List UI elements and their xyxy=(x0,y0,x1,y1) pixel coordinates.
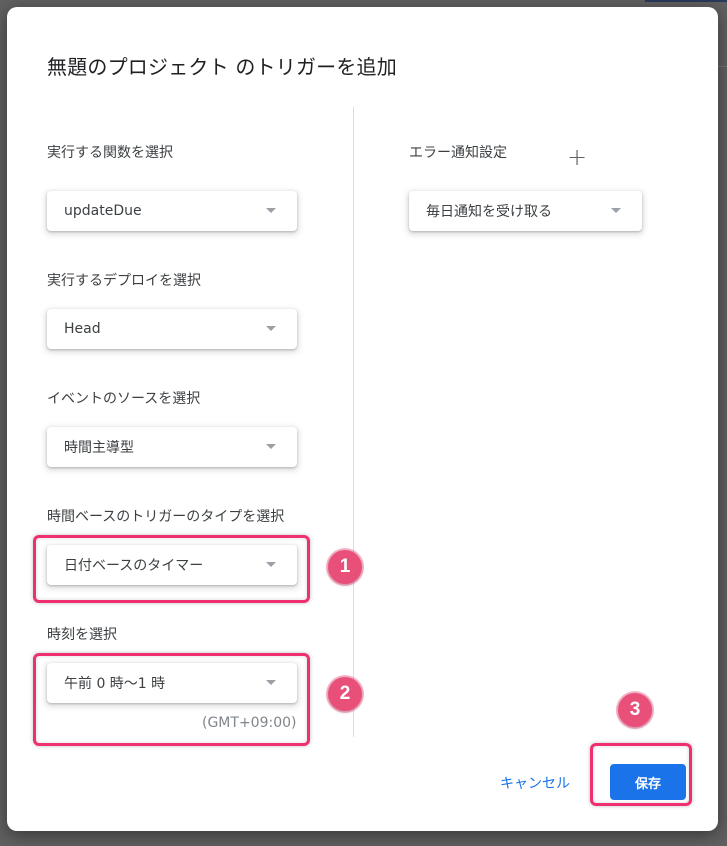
error-notify-select[interactable]: 毎日通知を受け取る xyxy=(409,191,642,231)
dropdown-arrow-icon xyxy=(266,444,276,449)
deployment-label: 実行するデプロイを選択 xyxy=(47,273,201,289)
time-of-day-select[interactable]: 午前 0 時〜1 時 xyxy=(47,663,297,703)
annotation-badge-1: 1 xyxy=(328,550,362,584)
event-source-select-value: 時間主導型 xyxy=(64,440,134,456)
background-accent xyxy=(645,0,727,2)
add-trigger-dialog: 無題のプロジェクト のトリガーを追加 実行する関数を選択 updateDue 実… xyxy=(7,7,718,831)
error-notify-label: エラー通知設定 xyxy=(409,145,507,161)
save-button[interactable]: 保存 xyxy=(610,764,686,800)
dropdown-arrow-icon xyxy=(266,562,276,567)
timezone-label: (GMT+09:00) xyxy=(202,715,297,731)
column-divider xyxy=(353,107,354,737)
annotation-badge-3: 3 xyxy=(618,693,652,727)
timer-type-select-value: 日付ベースのタイマー xyxy=(64,558,204,574)
cancel-button[interactable]: キャンセル xyxy=(500,773,570,793)
dropdown-arrow-icon xyxy=(611,208,621,213)
function-label: 実行する関数を選択 xyxy=(47,145,173,161)
deployment-select[interactable]: Head xyxy=(47,309,297,349)
function-select[interactable]: updateDue xyxy=(47,191,297,231)
error-notify-select-value: 毎日通知を受け取る xyxy=(426,204,552,220)
dialog-title: 無題のプロジェクト のトリガーを追加 xyxy=(47,55,397,79)
deployment-select-value: Head xyxy=(64,321,101,337)
background-divider xyxy=(718,66,727,67)
annotation-badge-2: 2 xyxy=(328,677,362,711)
time-of-day-label: 時刻を選択 xyxy=(47,627,117,643)
dropdown-arrow-icon xyxy=(266,326,276,331)
event-source-label: イベントのソースを選択 xyxy=(47,391,201,407)
time-of-day-select-value: 午前 0 時〜1 時 xyxy=(64,676,166,692)
event-source-select[interactable]: 時間主導型 xyxy=(47,427,297,467)
dropdown-arrow-icon xyxy=(266,208,276,213)
timer-type-label: 時間ベースのトリガーのタイプを選択 xyxy=(47,509,285,525)
timer-type-select[interactable]: 日付ベースのタイマー xyxy=(47,545,297,585)
dropdown-arrow-icon xyxy=(266,680,276,685)
plus-icon[interactable]: + xyxy=(567,145,587,169)
function-select-value: updateDue xyxy=(64,203,142,219)
